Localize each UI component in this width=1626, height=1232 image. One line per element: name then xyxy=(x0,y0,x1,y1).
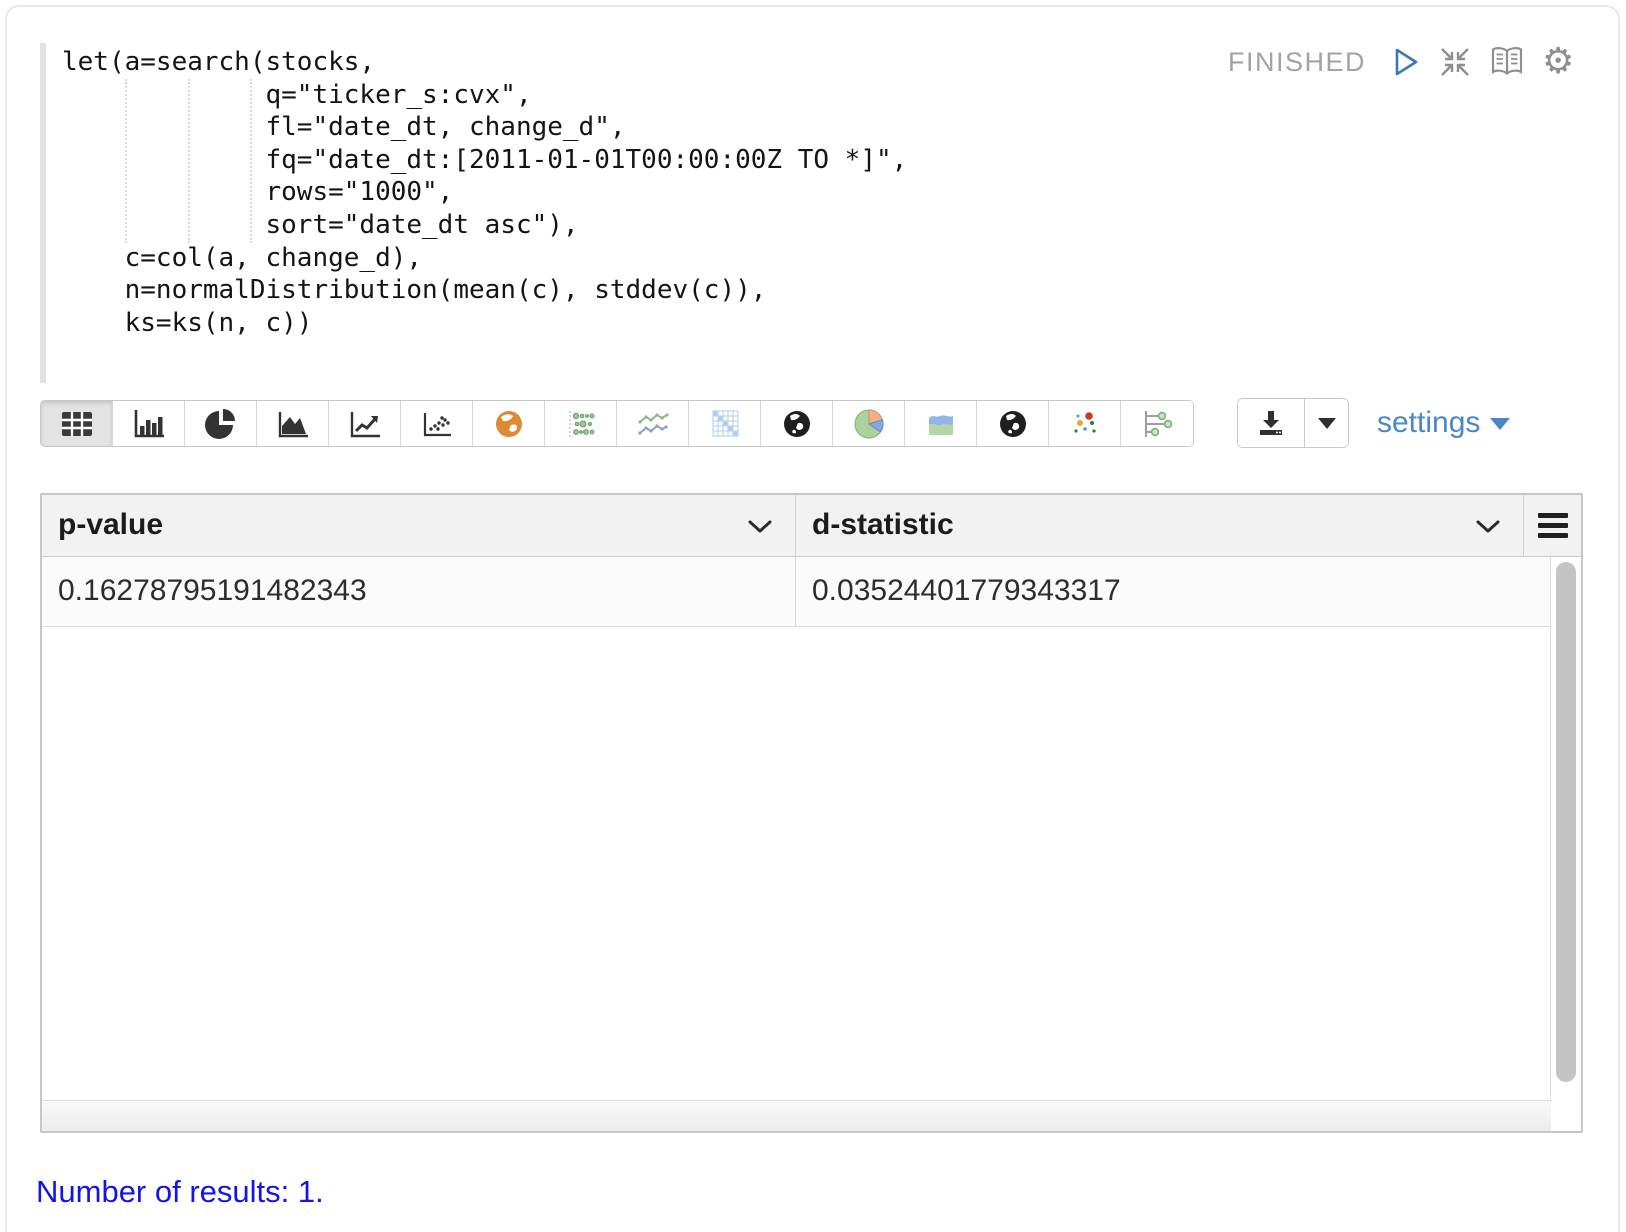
table-header-row: p-value d-statistic xyxy=(42,495,1581,557)
levels-icon xyxy=(1140,408,1174,440)
download-icon xyxy=(1255,407,1287,439)
cell-p-value: 0.16278795191482343 xyxy=(42,557,795,626)
multi-line-icon xyxy=(635,408,671,440)
results-count-text: Number of results: 1. xyxy=(36,1174,324,1210)
chevron-down-icon[interactable] xyxy=(1475,519,1501,534)
settings-label: settings xyxy=(1377,406,1480,440)
gear-icon[interactable]: ⚙ xyxy=(1542,44,1574,80)
editor-gutter xyxy=(40,43,46,383)
globe-orange-icon xyxy=(493,408,525,440)
viz-map-orange-button[interactable] xyxy=(473,401,545,446)
status-badge: FINISHED xyxy=(1228,47,1366,78)
collapse-icon[interactable] xyxy=(1438,45,1472,79)
globe-dark-icon xyxy=(781,408,813,440)
chevron-down-icon[interactable] xyxy=(747,519,773,534)
settings-caret-icon xyxy=(1490,418,1510,430)
chevron-down-icon xyxy=(1318,418,1336,429)
bubble-grid-icon xyxy=(564,408,598,440)
column-header-d-statistic[interactable]: d-statistic xyxy=(795,495,1523,556)
area-chart-icon xyxy=(276,408,310,440)
viz-scatter-chart-button[interactable] xyxy=(401,401,473,446)
colored-dots-icon xyxy=(1068,408,1102,440)
download-button[interactable] xyxy=(1238,399,1304,447)
viz-bubble-grid-button[interactable] xyxy=(545,401,617,446)
globe-dark2-icon xyxy=(997,408,1029,440)
scatter-chart-icon xyxy=(420,408,454,440)
table-icon xyxy=(59,409,95,439)
download-options-button[interactable] xyxy=(1304,399,1348,447)
settings-toggle[interactable]: settings xyxy=(1377,400,1510,445)
code-text[interactable]: let(a=search(stocks, q="ticker_s:cvx", f… xyxy=(62,46,907,339)
zeppelin-paragraph: let(a=search(stocks, q="ticker_s:cvx", f… xyxy=(0,0,1626,1232)
result-table: p-value d-statistic 0.16278795191482343 … xyxy=(40,493,1583,1133)
line-chart-icon xyxy=(348,408,382,440)
play-icon[interactable] xyxy=(1391,46,1421,78)
viz-toolbar xyxy=(40,400,1194,447)
vertical-scrollbar[interactable] xyxy=(1556,562,1576,1082)
column-label: d-statistic xyxy=(812,495,954,555)
horizontal-scrollbar[interactable] xyxy=(42,1100,1551,1131)
viz-matrix-button[interactable] xyxy=(689,401,761,446)
column-header-p-value[interactable]: p-value xyxy=(42,495,795,556)
viz-pie-colored-button[interactable] xyxy=(833,401,905,446)
viz-table-button[interactable] xyxy=(41,401,113,446)
column-label: p-value xyxy=(58,495,163,555)
menu-icon xyxy=(1538,513,1568,538)
paragraph-controls: FINISHED ⚙ xyxy=(1228,42,1574,82)
viz-colored-dots-button[interactable] xyxy=(1049,401,1121,446)
cell-d-statistic: 0.03524401779343317 xyxy=(795,557,1550,626)
pie-colored-icon xyxy=(852,407,886,441)
pie-chart-icon xyxy=(204,408,238,440)
viz-map-dark2-button[interactable] xyxy=(977,401,1049,446)
viz-area-chart-button[interactable] xyxy=(257,401,329,446)
viz-map-dark-button[interactable] xyxy=(761,401,833,446)
table-row[interactable]: 0.16278795191482343 0.03524401779343317 xyxy=(42,557,1550,627)
book-icon[interactable] xyxy=(1489,45,1525,79)
download-button-group xyxy=(1237,398,1349,448)
matrix-heatmap-icon xyxy=(709,408,741,440)
viz-bar-chart-button[interactable] xyxy=(113,401,185,446)
viz-line-chart-button[interactable] xyxy=(329,401,401,446)
bar-chart-icon xyxy=(132,408,166,440)
viz-multi-line-button[interactable] xyxy=(617,401,689,446)
viz-levels-button[interactable] xyxy=(1121,401,1193,446)
viz-pie-chart-button[interactable] xyxy=(185,401,257,446)
code-editor[interactable]: let(a=search(stocks, q="ticker_s:cvx", f… xyxy=(40,43,1585,384)
scrollbar-track-border xyxy=(1550,557,1551,1101)
stream-area-icon xyxy=(924,408,958,440)
table-menu-button[interactable] xyxy=(1523,495,1581,556)
viz-stream-button[interactable] xyxy=(905,401,977,446)
